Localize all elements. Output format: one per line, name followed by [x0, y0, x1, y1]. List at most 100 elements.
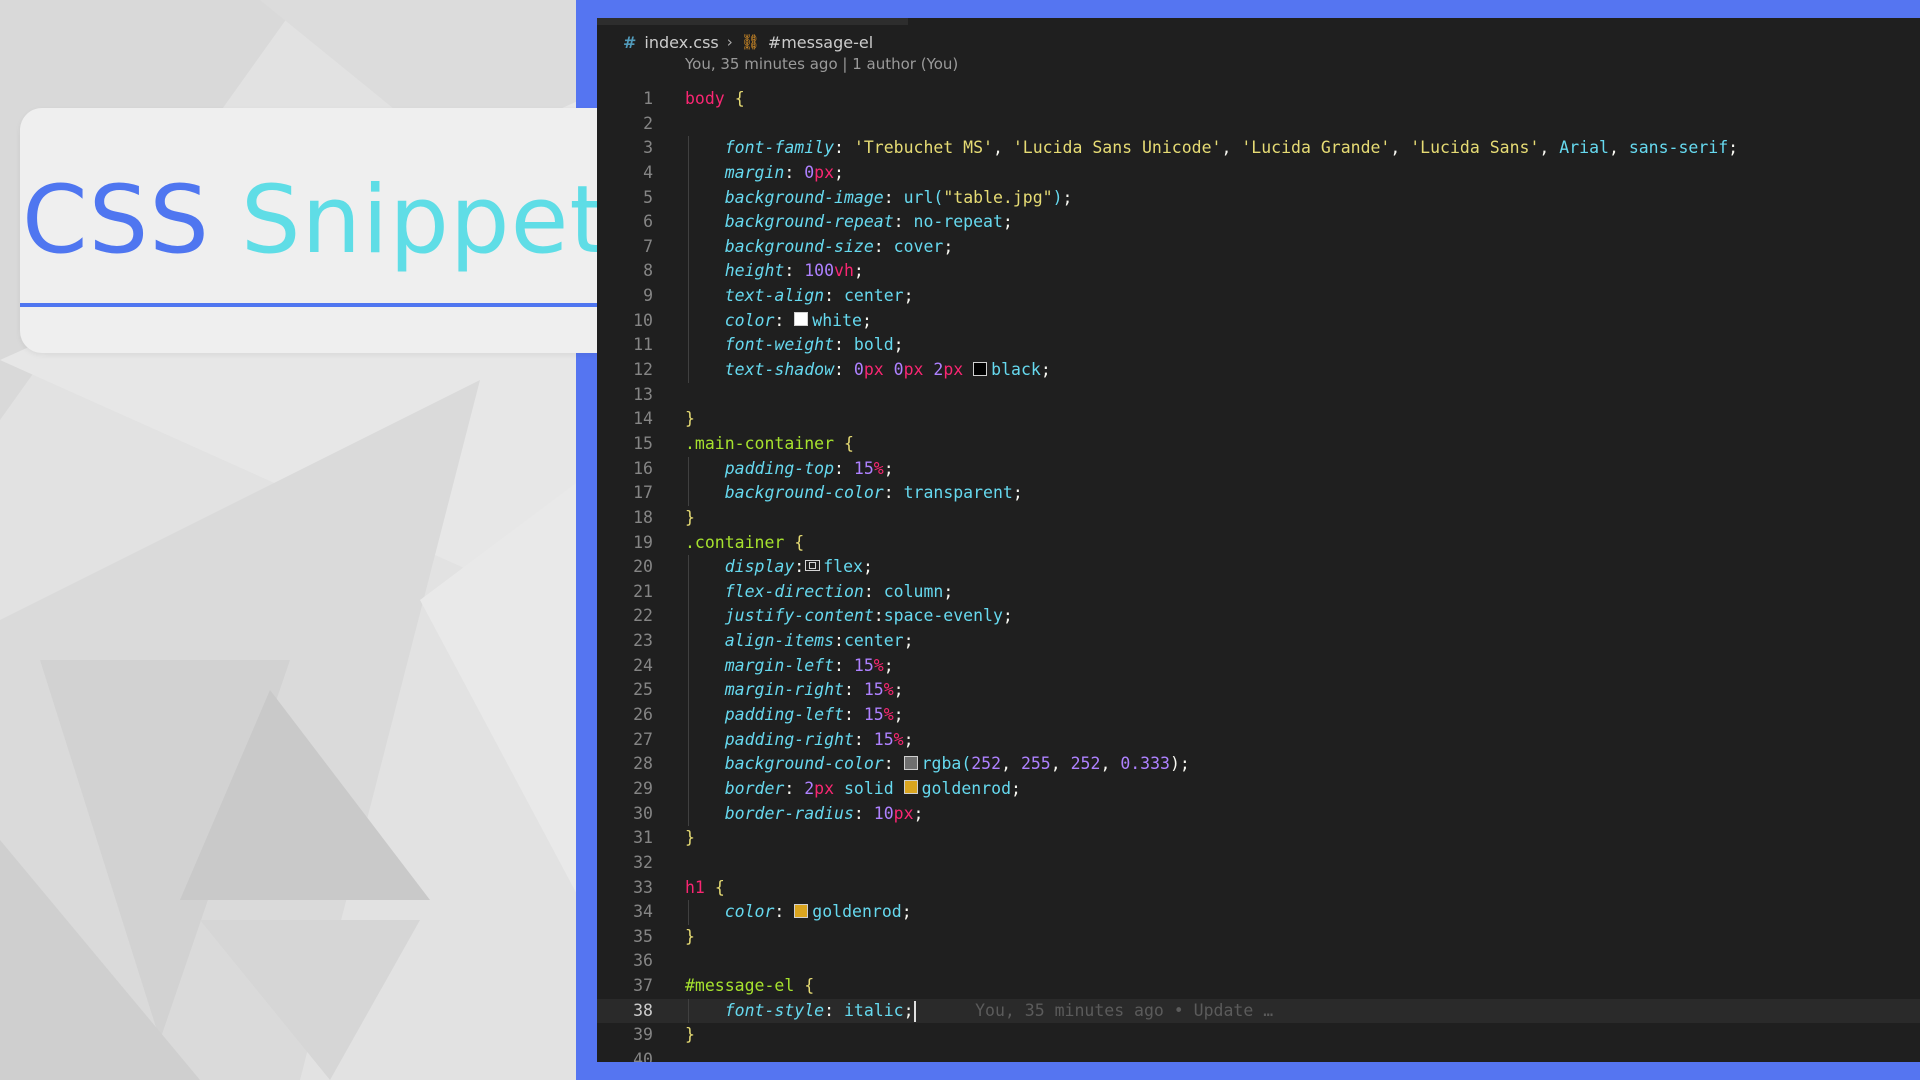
title-word-css: CSS — [22, 166, 210, 275]
line-text: font-family: 'Trebuchet MS', 'Lucida San… — [724, 138, 1739, 158]
code-line[interactable]: 25 margin-right: 15%; — [597, 678, 1920, 704]
line-text: } — [685, 507, 695, 527]
selector-symbol-icon: ⛓ — [740, 33, 760, 51]
code-line[interactable]: 37 #message-el { — [597, 974, 1920, 999]
line-number: 29 — [633, 778, 653, 798]
code-line[interactable]: 7 background-size: cover; — [597, 234, 1920, 260]
line-text: font-style: italic; You, 35 minutes ago … — [724, 1000, 1274, 1022]
code-line[interactable]: 38 font-style: italic; You, 35 minutes a… — [597, 998, 1920, 1024]
code-line[interactable]: 1 body { — [597, 87, 1920, 112]
line-number: 25 — [633, 680, 653, 700]
line-number: 6 — [643, 212, 653, 232]
line-number: 11 — [633, 335, 653, 355]
code-line[interactable]: 18} — [597, 506, 1920, 531]
line-text: background-size: cover; — [724, 236, 954, 256]
line-text: flex-direction: column; — [724, 581, 954, 601]
line-text: margin-left: 15%; — [724, 655, 894, 675]
code-line[interactable]: 35} — [597, 925, 1920, 950]
code-line[interactable]: 36 — [597, 949, 1920, 974]
line-text: background-image: url("table.jpg"); — [724, 187, 1073, 207]
line-text: height: 100vh; — [724, 261, 864, 281]
code-line[interactable]: 40 — [597, 1048, 1920, 1062]
color-swatch-icon[interactable] — [973, 361, 988, 376]
line-text: display: flex; — [724, 557, 873, 577]
line-text: align-items:center; — [724, 631, 914, 651]
line-number: 12 — [633, 360, 653, 380]
color-swatch-icon[interactable] — [903, 755, 918, 770]
color-swatch-icon[interactable] — [794, 312, 809, 327]
code-line[interactable]: 5 background-image: url("table.jpg"); — [597, 185, 1920, 211]
line-text: } — [685, 1025, 695, 1045]
page-title: CSS Snippet — [22, 160, 607, 282]
code-line[interactable]: 24 margin-left: 15%; — [597, 653, 1920, 679]
inline-blame: You, 35 minutes ago • Update … — [915, 1000, 1274, 1020]
code-line[interactable]: 19 .container { — [597, 531, 1920, 556]
line-text: } — [685, 828, 695, 848]
line-text: padding-top: 15%; — [724, 458, 894, 478]
line-number: 35 — [633, 926, 653, 946]
color-swatch-icon[interactable] — [903, 780, 918, 795]
line-number: 4 — [643, 162, 653, 182]
code-line[interactable]: 33 h1 { — [597, 876, 1920, 901]
line-number: 22 — [633, 606, 653, 626]
line-number: 10 — [633, 310, 653, 330]
flexbox-editor-icon[interactable] — [805, 560, 821, 572]
line-number: 14 — [633, 409, 653, 429]
code-line[interactable]: 27 padding-right: 15%; — [597, 727, 1920, 753]
code-line[interactable]: 30 border-radius: 10px; — [597, 801, 1920, 827]
code-line[interactable]: 32 — [597, 851, 1920, 876]
line-number: 39 — [633, 1025, 653, 1045]
line-text: background-color: transparent; — [724, 483, 1023, 503]
code-line[interactable]: 23 align-items:center; — [597, 629, 1920, 654]
line-text: body { — [685, 89, 745, 108]
code-line[interactable]: 9 text-align: center; — [597, 284, 1920, 309]
line-number: 5 — [643, 187, 653, 207]
line-number: 34 — [633, 902, 653, 922]
line-number: 17 — [633, 483, 653, 503]
code-line[interactable]: 39} — [597, 1023, 1920, 1048]
code-line[interactable]: 3 font-family: 'Trebuchet MS', 'Lucida S… — [597, 136, 1920, 161]
code-line[interactable]: 29 border: 2px solid goldenrod; — [597, 776, 1920, 802]
code-line[interactable]: 20 display: flex; — [597, 555, 1920, 580]
line-number: 26 — [633, 705, 653, 725]
code-line[interactable]: 14} — [597, 407, 1920, 432]
line-text: color: goldenrod; — [724, 902, 912, 922]
code-line[interactable]: 15 .main-container { — [597, 432, 1920, 457]
code-editor[interactable]: # index.css › ⛓ #message-el You, 35 minu… — [597, 18, 1920, 1062]
code-line[interactable]: 4 margin: 0px; — [597, 160, 1920, 186]
color-swatch-icon[interactable] — [794, 903, 809, 918]
code-line[interactable]: 10 color: white; — [597, 308, 1920, 334]
line-number: 32 — [633, 852, 653, 872]
code-area[interactable]: 1 body {2 3 font-family: 'Trebuchet MS', '… — [597, 87, 1920, 1062]
code-line[interactable]: 16 padding-top: 15%; — [597, 456, 1920, 482]
breadcrumb-file[interactable]: index.css — [644, 33, 718, 52]
breadcrumb-symbol[interactable]: #message-el — [768, 33, 873, 52]
line-text: #message-el { — [685, 976, 815, 996]
line-number: 2 — [643, 113, 653, 133]
line-text: margin: 0px; — [724, 162, 844, 182]
code-line[interactable]: 22 justify-content:space-evenly; — [597, 604, 1920, 630]
line-text: background-color: rgba(252, 255, 252, 0.… — [724, 754, 1190, 774]
line-number: 31 — [633, 828, 653, 848]
line-text: } — [685, 409, 695, 429]
code-line[interactable]: 11 font-weight: bold; — [597, 333, 1920, 359]
blame-header[interactable]: You, 35 minutes ago | 1 author (You) — [685, 55, 958, 73]
line-text: text-align: center; — [724, 286, 914, 306]
code-line[interactable]: 31} — [597, 826, 1920, 851]
code-line[interactable]: 13 — [597, 383, 1920, 408]
line-text: .container { — [685, 532, 805, 552]
code-line[interactable]: 28 background-color: rgba(252, 255, 252,… — [597, 752, 1920, 777]
line-text: } — [685, 926, 695, 946]
line-number: 27 — [633, 729, 653, 749]
code-line[interactable]: 6 background-repeat: no-repeat; — [597, 210, 1920, 235]
code-line[interactable]: 34 color: goldenrod; — [597, 900, 1920, 925]
code-line[interactable]: 21 flex-direction: column; — [597, 579, 1920, 605]
code-line[interactable]: 2 — [597, 112, 1920, 137]
code-line[interactable]: 26 padding-left: 15%; — [597, 703, 1920, 728]
code-line[interactable]: 8 height: 100vh; — [597, 259, 1920, 285]
line-number: 3 — [643, 138, 653, 158]
line-number: 9 — [643, 286, 653, 306]
code-line[interactable]: 17 background-color: transparent; — [597, 481, 1920, 506]
line-number: 28 — [633, 754, 653, 774]
code-line[interactable]: 12 text-shadow: 0px 0px 2px black; — [597, 358, 1920, 383]
